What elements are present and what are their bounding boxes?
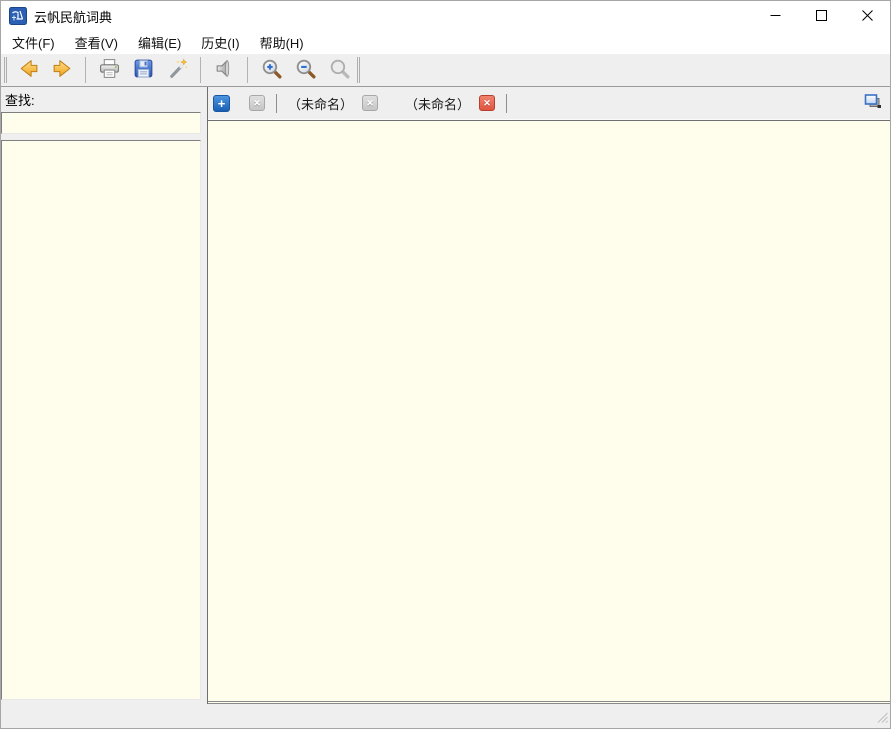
zoom-in-icon — [260, 57, 283, 83]
tab-3-label: （未命名） — [405, 94, 470, 113]
zoom-in-button[interactable] — [256, 55, 286, 85]
speaker-icon — [213, 57, 236, 83]
minimize-button[interactable] — [752, 1, 798, 31]
tab-separator — [506, 94, 507, 113]
window-list-button[interactable] — [863, 93, 882, 113]
print-button[interactable] — [94, 55, 124, 85]
maximize-icon — [816, 9, 827, 24]
tab-close-icon: ✕ — [366, 99, 374, 108]
main-area: 查找: + ✕ （未命名） — [1, 87, 890, 704]
save-button[interactable] — [128, 55, 158, 85]
plus-icon: + — [218, 97, 226, 110]
tab-2[interactable]: （未命名） ✕ — [288, 94, 378, 113]
tabbar: + ✕ （未命名） ✕ （未命名） — [208, 87, 890, 120]
tab-2-label: （未命名） — [288, 94, 353, 113]
toolbar-gripper-left[interactable] — [4, 57, 7, 83]
back-button[interactable] — [13, 55, 43, 85]
magnifier-icon — [328, 57, 351, 83]
resize-grip-icon[interactable] — [874, 709, 889, 727]
minimize-icon — [770, 9, 781, 24]
find-label: 查找: — [5, 90, 201, 109]
magic-wand-icon — [166, 57, 189, 83]
tab-1[interactable]: ✕ — [249, 95, 265, 111]
maximize-button[interactable] — [798, 1, 844, 31]
menu-item-help[interactable]: 帮助(H) — [250, 30, 314, 55]
printer-icon — [98, 57, 121, 83]
menubar: 文件(F) 查看(V) 编辑(E) 历史(I) 帮助(H) — [1, 31, 890, 54]
app-window: 云帆民航词典 文件(F) 查看(V) 编辑(E) 历史(I) 帮助(H) — [0, 0, 891, 729]
toolbar-separator — [85, 57, 86, 83]
pronounce-button[interactable] — [209, 55, 239, 85]
tab-close-icon: ✕ — [253, 99, 261, 108]
forward-button[interactable] — [47, 55, 77, 85]
document-pane: + ✕ （未命名） ✕ （未命名） — [207, 87, 890, 704]
floppy-disk-icon — [132, 57, 155, 83]
menu-item-history[interactable]: 历史(I) — [191, 30, 249, 55]
zoom-out-button[interactable] — [290, 55, 320, 85]
toolbar-separator — [200, 57, 201, 83]
close-icon — [862, 9, 873, 24]
statusbar — [1, 704, 890, 728]
close-button[interactable] — [844, 1, 890, 31]
document-content[interactable] — [208, 120, 890, 704]
tab-2-close-button[interactable]: ✕ — [362, 95, 378, 111]
menu-item-edit[interactable]: 编辑(E) — [128, 30, 191, 55]
menu-item-view[interactable]: 查看(V) — [65, 30, 128, 55]
search-panel: 查找: — [1, 87, 201, 704]
wand-button[interactable] — [162, 55, 192, 85]
toolbar — [1, 54, 890, 87]
zoom-reset-button[interactable] — [324, 55, 354, 85]
tab-1-close-button[interactable]: ✕ — [249, 95, 265, 111]
tab-3-close-button[interactable]: ✕ — [479, 95, 495, 111]
zoom-out-icon — [294, 57, 317, 83]
cascade-windows-icon — [863, 93, 882, 113]
new-tab-button[interactable]: + — [213, 95, 230, 112]
tab-separator — [276, 94, 277, 113]
window-title: 云帆民航词典 — [34, 7, 112, 26]
tab-close-icon: ✕ — [483, 99, 491, 108]
back-arrow-icon — [17, 57, 40, 83]
menu-item-file[interactable]: 文件(F) — [2, 30, 65, 55]
search-results-list[interactable] — [1, 140, 201, 700]
app-logo-icon — [9, 7, 27, 25]
forward-arrow-icon — [51, 57, 74, 83]
toolbar-gripper-right[interactable] — [357, 57, 360, 83]
tab-3-active[interactable]: （未命名） ✕ — [405, 94, 495, 113]
toolbar-separator — [247, 57, 248, 83]
titlebar: 云帆民航词典 — [1, 1, 890, 31]
search-input[interactable] — [1, 112, 201, 134]
